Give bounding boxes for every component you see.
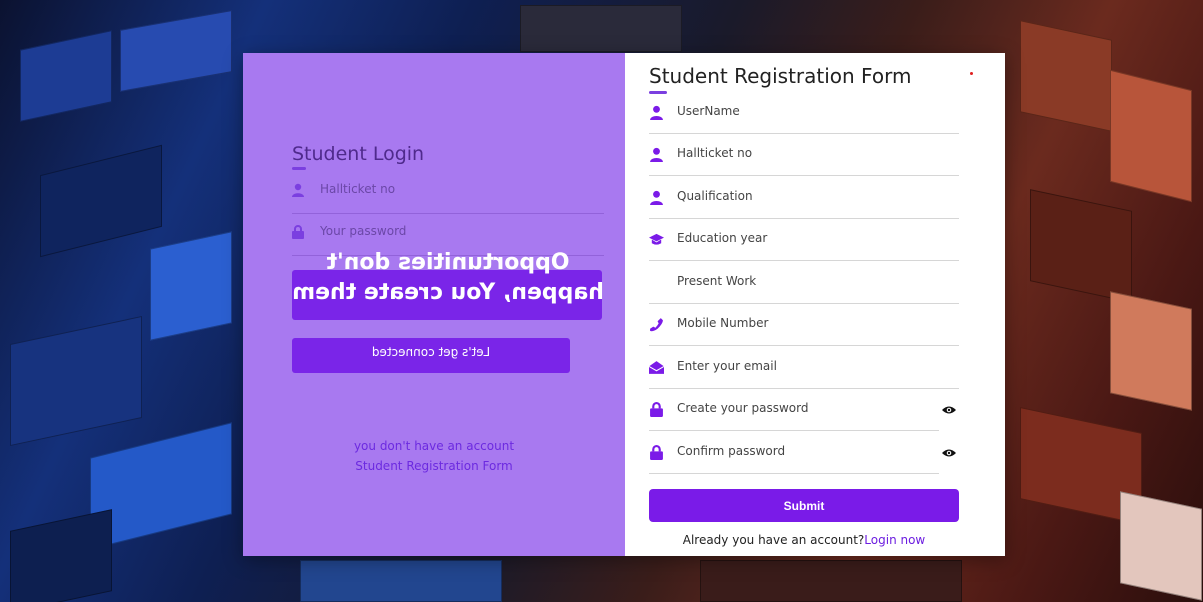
decor-tile xyxy=(300,560,502,602)
decor-tile xyxy=(1030,189,1132,303)
registration-title: Student Registration Form xyxy=(649,64,912,88)
no-account-text: you don't have an account xyxy=(353,439,515,453)
login-now-link[interactable]: Login now xyxy=(864,533,925,547)
education-year-placeholder: Education year xyxy=(677,231,768,245)
overlay-quote: Opportunities don't happen, You create t… xyxy=(292,250,604,305)
login-password-placeholder: Your password xyxy=(320,224,407,238)
title-underline xyxy=(292,167,306,170)
username-field[interactable]: UserName xyxy=(649,93,959,134)
user-icon xyxy=(650,105,663,120)
mobile-number-placeholder: Mobile Number xyxy=(677,316,769,330)
user-icon xyxy=(650,147,663,162)
red-dot xyxy=(970,72,973,75)
decor-tile xyxy=(20,30,112,122)
envelope-open-icon xyxy=(649,361,664,374)
qualification-field[interactable]: Qualification xyxy=(649,178,959,219)
lock-icon xyxy=(292,225,304,239)
create-password-placeholder: Create your password xyxy=(677,401,809,415)
overlay-cta-label: Let's get connected xyxy=(371,345,491,359)
confirm-password-field[interactable]: Confirm password xyxy=(649,433,939,474)
present-work-field[interactable]: Present Work xyxy=(649,263,959,304)
decor-tile xyxy=(120,10,232,92)
eye-icon[interactable] xyxy=(942,446,956,460)
login-hallticket-field[interactable]: Hallticket no xyxy=(292,173,604,214)
graduation-cap-icon xyxy=(649,233,664,245)
auth-card: Student Login Hallticket no Your passwor… xyxy=(243,53,1005,556)
login-prompt: Already you have an account?Login now xyxy=(649,533,959,547)
decor-tile xyxy=(1120,491,1202,601)
username-placeholder: UserName xyxy=(677,104,740,118)
email-field[interactable]: Enter your email xyxy=(649,348,959,389)
decor-tile xyxy=(1110,69,1192,203)
education-year-field[interactable]: Education year xyxy=(649,220,959,261)
login-hallticket-placeholder: Hallticket no xyxy=(320,182,396,196)
decor-tile xyxy=(700,560,962,602)
already-account-text: Already you have an account? xyxy=(682,533,865,547)
email-placeholder: Enter your email xyxy=(677,359,777,373)
phone-icon xyxy=(650,318,663,332)
decor-tile xyxy=(10,315,142,447)
login-title: Student Login xyxy=(292,143,425,165)
mobile-number-field[interactable]: Mobile Number xyxy=(649,305,959,346)
confirm-password-placeholder: Confirm password xyxy=(677,444,786,458)
user-icon xyxy=(292,183,304,197)
login-panel: Student Login Hallticket no Your passwor… xyxy=(243,53,625,556)
decor-tile xyxy=(10,509,112,602)
hallticket-placeholder: Hallticket no xyxy=(677,146,753,160)
decor-tile xyxy=(40,144,162,258)
decor-tile xyxy=(520,5,682,52)
present-work-placeholder: Present Work xyxy=(677,274,757,288)
user-icon xyxy=(650,190,663,205)
registration-panel: Student Registration Form UserName Hallt… xyxy=(625,53,1005,556)
hallticket-field[interactable]: Hallticket no xyxy=(649,135,959,176)
decor-tile xyxy=(150,231,232,341)
lock-icon xyxy=(650,445,663,460)
register-prompt: you don't have an account Student Regist… xyxy=(243,436,625,476)
lock-icon xyxy=(650,402,663,417)
qualification-placeholder: Qualification xyxy=(677,189,753,203)
create-password-field[interactable]: Create your password xyxy=(649,390,939,431)
decor-tile xyxy=(1110,291,1192,411)
submit-button[interactable]: Submit xyxy=(649,489,959,522)
decor-tile xyxy=(1020,20,1112,132)
eye-icon[interactable] xyxy=(942,403,956,417)
register-link[interactable]: Student Registration Form xyxy=(243,456,625,476)
